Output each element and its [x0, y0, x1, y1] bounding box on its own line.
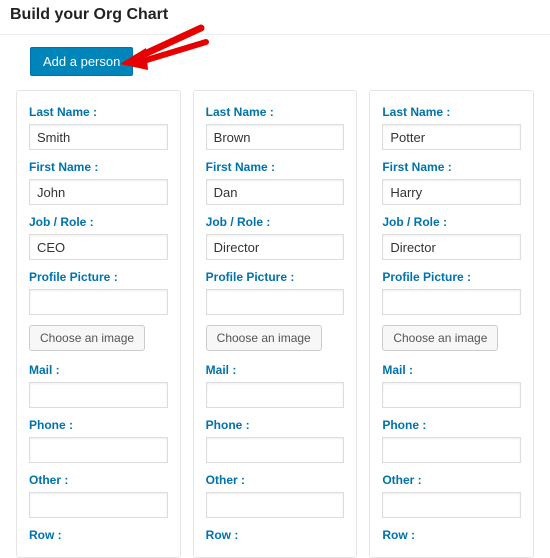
profile-picture-input[interactable]	[206, 289, 345, 315]
first-name-input[interactable]	[29, 179, 168, 205]
phone-label: Phone :	[29, 418, 168, 432]
other-label: Other :	[206, 473, 345, 487]
last-name-label: Last Name :	[29, 105, 168, 119]
other-input[interactable]	[206, 492, 345, 518]
last-name-input[interactable]	[382, 124, 521, 150]
other-label: Other :	[29, 473, 168, 487]
row-label: Row :	[29, 528, 168, 542]
choose-image-button[interactable]: Choose an image	[382, 325, 498, 351]
first-name-input[interactable]	[206, 179, 345, 205]
mail-label: Mail :	[382, 363, 521, 377]
first-name-label: First Name :	[382, 160, 521, 174]
first-name-input[interactable]	[382, 179, 521, 205]
last-name-input[interactable]	[29, 124, 168, 150]
row-label: Row :	[382, 528, 521, 542]
last-name-input[interactable]	[206, 124, 345, 150]
last-name-label: Last Name :	[382, 105, 521, 119]
other-input[interactable]	[382, 492, 521, 518]
choose-image-button[interactable]: Choose an image	[206, 325, 322, 351]
phone-input[interactable]	[382, 437, 521, 463]
other-input[interactable]	[29, 492, 168, 518]
profile-picture-input[interactable]	[29, 289, 168, 315]
profile-picture-label: Profile Picture :	[206, 270, 345, 284]
toolbar: Add a person	[0, 35, 550, 90]
profile-picture-label: Profile Picture :	[382, 270, 521, 284]
person-card: Last Name : First Name : Job / Role : Pr…	[193, 90, 358, 558]
person-card: Last Name : First Name : Job / Role : Pr…	[16, 90, 181, 558]
first-name-label: First Name :	[29, 160, 168, 174]
add-person-button[interactable]: Add a person	[30, 47, 133, 76]
page-title: Build your Org Chart	[0, 0, 550, 35]
job-role-input[interactable]	[382, 234, 521, 260]
mail-label: Mail :	[29, 363, 168, 377]
profile-picture-input[interactable]	[382, 289, 521, 315]
last-name-label: Last Name :	[206, 105, 345, 119]
row-label: Row :	[206, 528, 345, 542]
phone-label: Phone :	[382, 418, 521, 432]
phone-label: Phone :	[206, 418, 345, 432]
job-role-label: Job / Role :	[29, 215, 168, 229]
person-cards: Last Name : First Name : Job / Role : Pr…	[0, 90, 550, 558]
other-label: Other :	[382, 473, 521, 487]
job-role-input[interactable]	[29, 234, 168, 260]
mail-input[interactable]	[382, 382, 521, 408]
mail-input[interactable]	[206, 382, 345, 408]
job-role-input[interactable]	[206, 234, 345, 260]
mail-label: Mail :	[206, 363, 345, 377]
job-role-label: Job / Role :	[206, 215, 345, 229]
job-role-label: Job / Role :	[382, 215, 521, 229]
phone-input[interactable]	[206, 437, 345, 463]
first-name-label: First Name :	[206, 160, 345, 174]
person-card: Last Name : First Name : Job / Role : Pr…	[369, 90, 534, 558]
choose-image-button[interactable]: Choose an image	[29, 325, 145, 351]
phone-input[interactable]	[29, 437, 168, 463]
profile-picture-label: Profile Picture :	[29, 270, 168, 284]
mail-input[interactable]	[29, 382, 168, 408]
